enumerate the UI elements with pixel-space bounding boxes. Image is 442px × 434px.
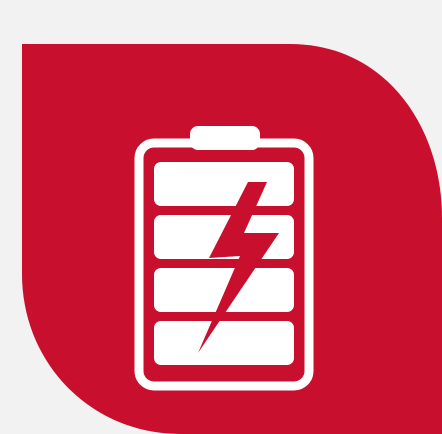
- battery-cell-4: [154, 321, 294, 365]
- battery-badge-graphic: [22, 44, 442, 434]
- battery-cell-1: [154, 162, 294, 206]
- icon-canvas: [0, 0, 442, 434]
